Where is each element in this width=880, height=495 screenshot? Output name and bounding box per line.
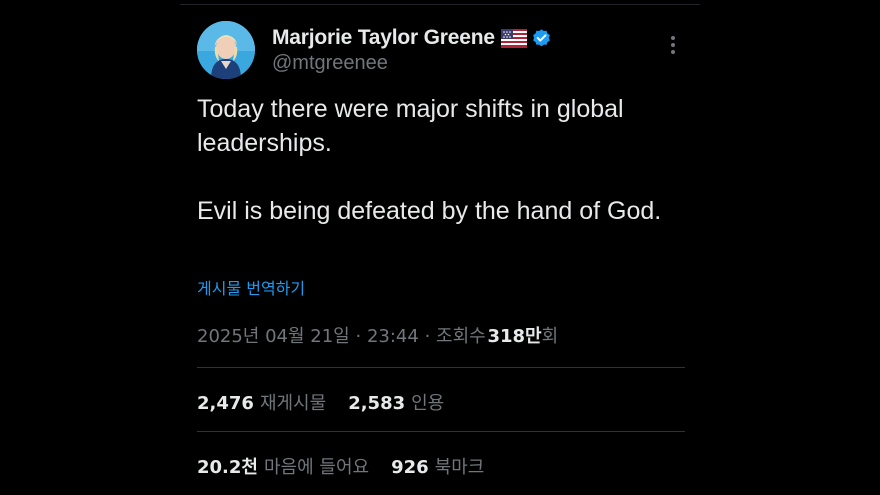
quotes-label: 인용	[411, 393, 445, 414]
bookmarks-label: 북마크	[434, 457, 485, 478]
tweet-card: Marjorie Taylor Greene @mtgreenee Today …	[180, 0, 700, 495]
meta-separator: ·	[424, 326, 431, 347]
reposts-count: 2,476	[197, 393, 254, 414]
reposts-stat[interactable]: 2,476 재게시물	[197, 389, 326, 415]
views-label: 조회수	[436, 326, 486, 347]
avatar[interactable]	[197, 21, 255, 79]
author-display-name[interactable]: Marjorie Taylor Greene	[272, 26, 495, 50]
stats-divider-middle	[197, 431, 685, 432]
tweet-paragraph: Today there were major shifts in global …	[197, 95, 624, 157]
quotes-stat[interactable]: 2,583 인용	[348, 389, 444, 415]
us-flag-icon	[500, 28, 527, 48]
likes-count: 20.2천	[197, 457, 258, 478]
verified-badge-icon[interactable]	[531, 28, 552, 49]
top-divider	[180, 4, 700, 5]
stats-divider-top	[197, 367, 685, 368]
likes-label: 마음에 들어요	[263, 457, 370, 478]
tweet-date[interactable]: 2025년 04월 21일	[197, 326, 350, 347]
author-handle[interactable]: @mtgreenee	[272, 52, 388, 75]
meta-separator: ·	[355, 326, 362, 347]
views-suffix: 회	[541, 326, 559, 347]
quotes-count: 2,583	[348, 393, 406, 414]
bookmarks-count: 926	[391, 457, 429, 478]
views-count: 318만	[487, 326, 542, 347]
engagement-stats-row-2: 20.2천 마음에 들어요 926 북마크	[197, 453, 484, 479]
engagement-stats-row-1: 2,476 재게시물 2,583 인용	[197, 389, 444, 415]
likes-stat[interactable]: 20.2천 마음에 들어요	[197, 453, 369, 479]
avatar-image	[197, 21, 255, 79]
tweet-time[interactable]: 23:44	[367, 326, 419, 347]
more-options-icon[interactable]	[664, 34, 682, 56]
bookmarks-stat[interactable]: 926 북마크	[391, 453, 484, 479]
screenshot-stage: Marjorie Taylor Greene @mtgreenee Today …	[0, 0, 880, 495]
tweet-text: Today there were major shifts in global …	[197, 92, 677, 228]
tweet-paragraph: Evil is being defeated by the hand of Go…	[197, 197, 662, 225]
author-name-row: Marjorie Taylor Greene	[272, 24, 552, 52]
reposts-label: 재게시물	[259, 393, 327, 414]
translate-post-link[interactable]: 게시물 번역하기	[197, 275, 305, 299]
tweet-meta: 2025년 04월 21일 · 23:44 · 조회수 318만회	[197, 322, 558, 348]
